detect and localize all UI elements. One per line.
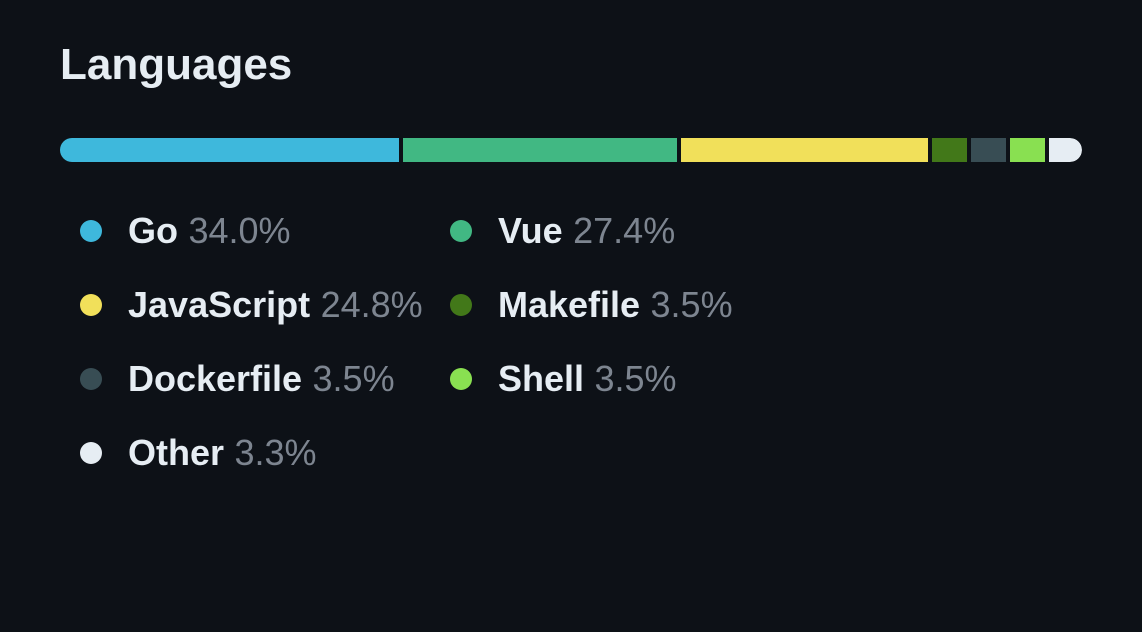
legend-percentage: 24.8% <box>321 284 423 325</box>
bar-segment-vue[interactable] <box>403 138 676 162</box>
language-legend: Go 34.0%Vue 27.4%JavaScript 24.8%Makefil… <box>60 210 1082 474</box>
legend-percentage: 3.5% <box>594 358 676 399</box>
legend-label: Dockerfile <box>128 358 302 399</box>
legend-item-go[interactable]: Go 34.0% <box>80 210 450 252</box>
legend-label: Vue <box>498 210 563 251</box>
legend-item-shell[interactable]: Shell 3.5% <box>450 358 820 400</box>
language-dot-icon <box>80 442 102 464</box>
language-dot-icon <box>450 368 472 390</box>
language-dot-icon <box>450 220 472 242</box>
bar-segment-javascript[interactable] <box>681 138 929 162</box>
languages-heading: Languages <box>60 40 1082 90</box>
legend-percentage: 3.5% <box>651 284 733 325</box>
language-dot-icon <box>80 220 102 242</box>
legend-percentage: 34.0% <box>188 210 290 251</box>
language-dot-icon <box>80 294 102 316</box>
bar-segment-dockerfile[interactable] <box>971 138 1006 162</box>
legend-item-makefile[interactable]: Makefile 3.5% <box>450 284 820 326</box>
bar-segment-makefile[interactable] <box>932 138 967 162</box>
legend-percentage: 3.3% <box>234 432 316 473</box>
bar-segment-shell[interactable] <box>1010 138 1045 162</box>
language-dot-icon <box>450 294 472 316</box>
legend-item-javascript[interactable]: JavaScript 24.8% <box>80 284 450 326</box>
legend-label: Go <box>128 210 178 251</box>
bar-segment-other[interactable] <box>1049 138 1082 162</box>
language-dot-icon <box>80 368 102 390</box>
legend-label: JavaScript <box>128 284 310 325</box>
legend-label: Shell <box>498 358 584 399</box>
legend-item-dockerfile[interactable]: Dockerfile 3.5% <box>80 358 450 400</box>
legend-item-other[interactable]: Other 3.3% <box>80 432 450 474</box>
bar-segment-go[interactable] <box>60 138 399 162</box>
legend-label: Other <box>128 432 224 473</box>
legend-percentage: 27.4% <box>573 210 675 251</box>
legend-percentage: 3.5% <box>313 358 395 399</box>
legend-label: Makefile <box>498 284 640 325</box>
language-bar <box>60 138 1082 162</box>
legend-item-vue[interactable]: Vue 27.4% <box>450 210 820 252</box>
